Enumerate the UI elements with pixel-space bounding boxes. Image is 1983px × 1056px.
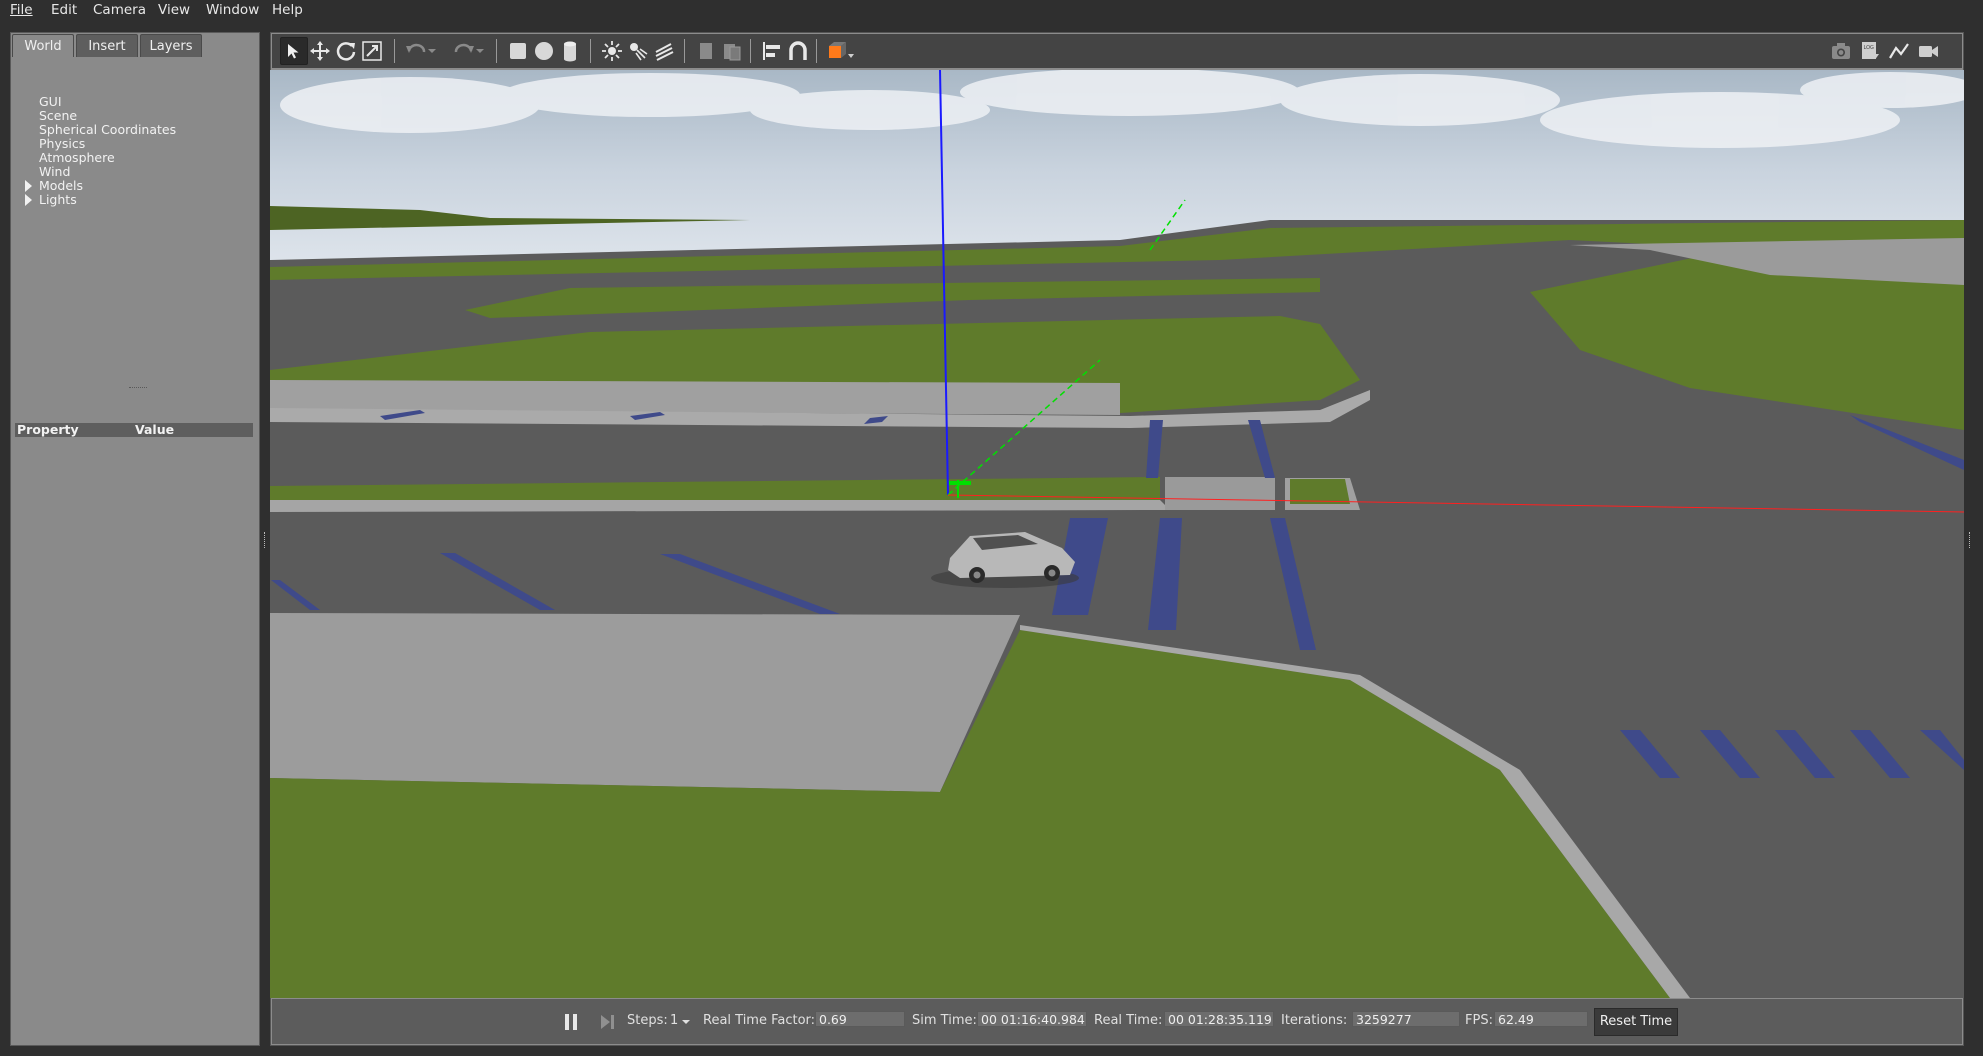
pause-icon[interactable] xyxy=(557,1008,585,1036)
fps-label: FPS: xyxy=(1465,1013,1493,1028)
menu-camera[interactable]: Camera xyxy=(93,2,146,18)
real-time-factor-field: 0.69 xyxy=(815,1011,905,1027)
select-icon[interactable] xyxy=(280,37,308,65)
copy-icon[interactable] xyxy=(692,37,720,65)
toolbar: LOG xyxy=(272,34,1962,68)
video-record-icon[interactable] xyxy=(1914,37,1942,65)
menu-view[interactable]: View xyxy=(158,2,190,18)
tree-item-wind[interactable]: Wind xyxy=(39,164,70,179)
median-curb xyxy=(270,500,1170,512)
redo-history-icon[interactable] xyxy=(472,37,488,65)
spot-light-icon[interactable] xyxy=(624,37,652,65)
steps-label: Steps: xyxy=(627,1013,668,1028)
iterations-label: Iterations: xyxy=(1281,1013,1348,1028)
menu-file[interactable]: File xyxy=(10,2,33,18)
toolbar-separator xyxy=(496,39,497,63)
scale-icon[interactable] xyxy=(358,37,386,65)
snap-icon[interactable] xyxy=(784,37,812,65)
svg-text:LOG: LOG xyxy=(1864,45,1875,51)
screenshot-icon[interactable] xyxy=(1827,37,1855,65)
tree-item-atmosphere[interactable]: Atmosphere xyxy=(39,150,115,165)
property-table-header: Property Value xyxy=(15,422,253,437)
tree-item-models[interactable]: Models xyxy=(39,178,83,193)
expand-arrow-icon[interactable] xyxy=(25,180,32,192)
sidewalk-bottom-left xyxy=(270,613,1020,792)
tab-insert[interactable]: Insert xyxy=(76,34,138,57)
scene-viewport[interactable] xyxy=(270,70,1964,998)
undo-history-icon[interactable] xyxy=(424,37,440,65)
sphere-icon[interactable] xyxy=(530,37,558,65)
paste-icon[interactable] xyxy=(718,37,746,65)
plot-icon[interactable] xyxy=(1885,37,1913,65)
rotate-icon[interactable] xyxy=(332,37,360,65)
menubar: File Edit Camera View Window Help xyxy=(0,0,1983,22)
left-panel: World Insert Layers GUI Scene Spherical … xyxy=(10,32,260,1046)
crosswalk-island xyxy=(1165,477,1275,510)
tree-item-scene[interactable]: Scene xyxy=(39,108,77,123)
menu-edit[interactable]: Edit xyxy=(51,2,77,18)
tree-item-spherical-coordinates[interactable]: Spherical Coordinates xyxy=(39,122,176,137)
right-splitter-handle[interactable] xyxy=(1969,532,1973,548)
toolbar-separator xyxy=(590,39,591,63)
toolbar-separator xyxy=(394,39,395,63)
menu-window[interactable]: Window xyxy=(206,2,259,18)
tab-layers[interactable]: Layers xyxy=(140,34,202,57)
tree-item-lights[interactable]: Lights xyxy=(39,192,77,207)
left-splitter-handle[interactable] xyxy=(264,532,268,548)
toolbar-separator xyxy=(684,39,685,63)
log-icon[interactable]: LOG xyxy=(1856,37,1884,65)
panel-splitter-handle[interactable] xyxy=(129,387,147,391)
small-grass-island xyxy=(1290,479,1350,504)
steps-dropdown-icon[interactable] xyxy=(678,1008,694,1036)
tree-item-gui[interactable]: GUI xyxy=(39,94,62,109)
iterations-field: 3259277 xyxy=(1352,1011,1460,1027)
cylinder-icon[interactable] xyxy=(556,37,584,65)
menu-help[interactable]: Help xyxy=(272,2,303,18)
status-bar: Steps: 1 Real Time Factor: 0.69 Sim Time… xyxy=(272,999,1962,1044)
tab-world[interactable]: World xyxy=(12,34,74,57)
view-angle-icon[interactable] xyxy=(824,37,858,65)
world-tree: GUI Scene Spherical Coordinates Physics … xyxy=(11,63,259,411)
real-time-factor-label: Real Time Factor: xyxy=(703,1013,816,1028)
value-column-header: Value xyxy=(135,422,175,437)
toolbar-separator xyxy=(816,39,817,63)
sim-time-field: 00 01:16:40.984 xyxy=(977,1011,1087,1027)
toolbar-separator xyxy=(750,39,751,63)
sim-time-label: Sim Time: xyxy=(912,1013,977,1028)
box-icon[interactable] xyxy=(504,37,532,65)
tree-item-physics[interactable]: Physics xyxy=(39,136,85,151)
reset-time-button[interactable]: Reset Time xyxy=(1594,1008,1678,1036)
translate-icon[interactable] xyxy=(306,37,334,65)
fps-field: 62.49 xyxy=(1494,1011,1588,1027)
real-time-label: Real Time: xyxy=(1094,1013,1163,1028)
point-light-icon[interactable] xyxy=(598,37,626,65)
expand-arrow-icon[interactable] xyxy=(25,194,32,206)
step-forward-icon[interactable] xyxy=(594,1008,622,1036)
align-icon[interactable] xyxy=(758,37,786,65)
real-time-field: 00 01:28:35.119 xyxy=(1164,1011,1274,1027)
directional-light-icon[interactable] xyxy=(650,37,678,65)
property-column-header: Property xyxy=(17,422,79,437)
